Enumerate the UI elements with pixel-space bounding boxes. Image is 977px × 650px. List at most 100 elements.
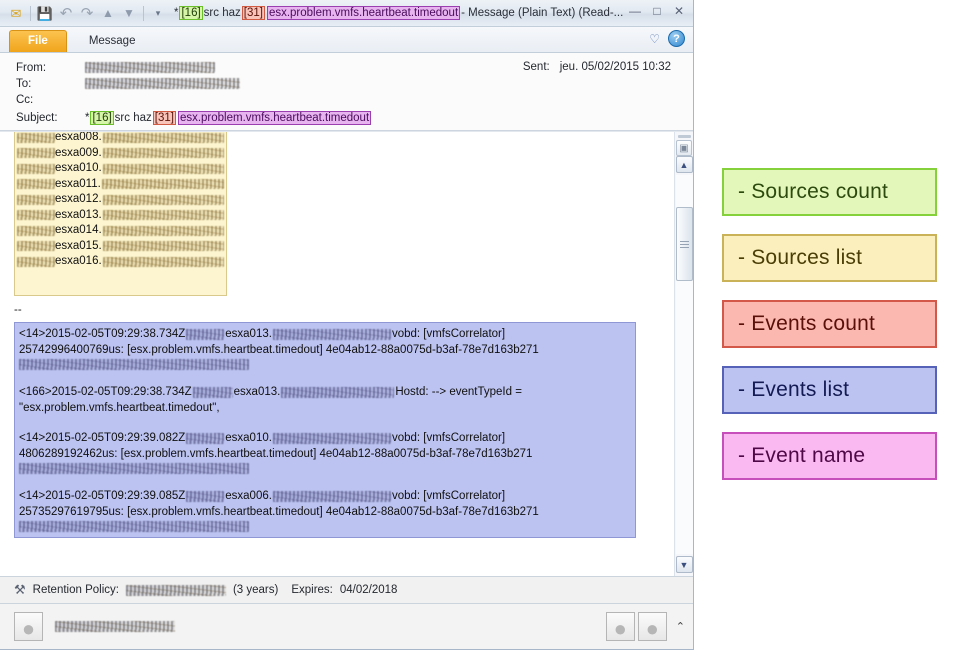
source-prefix-redacted (17, 194, 55, 205)
customize-toolbar-icon[interactable]: ▾ (148, 3, 168, 23)
list-item: esxa016. (17, 254, 224, 270)
retention-policy-bar: ⚒ Retention Policy: (3 years) Expires: 0… (0, 576, 693, 603)
next-item-icon[interactable]: ▼ (119, 3, 139, 23)
subject-sources-count: [16] (90, 111, 114, 125)
previous-item-icon[interactable]: ▲ (98, 3, 118, 23)
event-timestamp: 2015-02-05T09:29:38.734Z (45, 328, 186, 340)
source-suffix-redacted (102, 225, 224, 236)
cc-row: Cc: (0, 92, 693, 108)
subject-asterisk: * (85, 112, 90, 124)
list-item: esxa008. (17, 132, 224, 146)
subject-event-name: esx.problem.vmfs.heartbeat.timedout (177, 111, 372, 125)
split-window-icon[interactable]: ▣ (676, 140, 692, 156)
help-icon[interactable]: ? (668, 30, 685, 47)
sent-block: Sent: jeu. 05/02/2015 10:32 (523, 61, 671, 73)
tab-message[interactable]: Message (75, 31, 150, 52)
body-vertical-scrollbar[interactable]: ▣ ▲ ▼ (674, 132, 693, 576)
event-header-line: <14> 2015-02-05T09:29:38.734Z esxa013. vobd… (19, 326, 631, 342)
people-pane-controls: ● ● ⌃ (605, 612, 685, 641)
avatar[interactable]: ● (14, 612, 43, 641)
event-host: esxa013. (225, 328, 272, 340)
list-item: esxa011. (17, 177, 224, 193)
event-process: Hostd: --> eventTypeId = (395, 386, 522, 398)
source-suffix-redacted (102, 256, 224, 267)
source-prefix-redacted (17, 179, 55, 190)
collapse-people-pane-icon[interactable]: ⌃ (676, 620, 685, 633)
scrollbar-track[interactable] (675, 175, 693, 554)
event-priority: <166> (19, 386, 52, 398)
legend: - Sources count - Sources list - Events … (722, 168, 937, 480)
event-detail-line: "esx.problem.vmfs.heartbeat.timedout", (19, 402, 220, 414)
next-item-glyph: ▼ (123, 6, 135, 20)
list-item: esxa010. (17, 161, 224, 177)
source-suffix-redacted (101, 179, 224, 190)
legend-label: - Events count (738, 312, 876, 335)
customize-toolbar-glyph: ▾ (155, 7, 161, 18)
source-prefix-redacted (17, 256, 55, 267)
event-host: esxa010. (225, 432, 272, 444)
title-middle-text: src haz (203, 7, 241, 19)
quick-access-toolbar: ✉ 💾 ↶ ↷ ▲ ▼ ▾ (2, 3, 168, 23)
title-event-name: esx.problem.vmfs.heartbeat.timedout (266, 6, 461, 20)
expires-label: Expires: (291, 584, 333, 596)
toolbar-divider-2 (143, 5, 144, 21)
avatar-group[interactable]: ● (637, 612, 667, 641)
source-prefix-redacted (17, 210, 55, 221)
list-item: esxa013. (17, 208, 224, 224)
event-trailing-redacted (19, 521, 249, 532)
event-trailing-redacted (19, 463, 249, 474)
ribbon-tab-bar: File Message ♡ ? (0, 27, 693, 53)
source-prefix-redacted (17, 241, 55, 252)
window-title-bar: ✉ 💾 ↶ ↷ ▲ ▼ ▾ * [16] src haz [31] esx.pro… (0, 0, 693, 27)
event-header-line: <14> 2015-02-05T09:29:39.082Z esxa010. vobd… (19, 430, 631, 446)
scrollbar-grip (679, 239, 689, 250)
redo-icon[interactable]: ↷ (77, 3, 97, 23)
event-host-prefix-redacted (186, 328, 225, 340)
retention-duration: (3 years) (232, 584, 279, 596)
person-icon: ● (613, 616, 627, 641)
event-timestamp: 2015-02-05T09:29:39.085Z (45, 490, 186, 502)
event-priority: <14> (19, 328, 46, 340)
list-item: esxa014. (17, 223, 224, 239)
maximize-button[interactable]: □ (649, 4, 665, 18)
source-suffix-redacted (102, 148, 224, 159)
scrollbar-thumb[interactable] (675, 207, 693, 281)
retention-icon: ⚒ (14, 582, 26, 597)
from-label: From: (16, 62, 47, 74)
legend-label: - Event name (738, 444, 866, 467)
subject-events-count: [31] (152, 111, 176, 125)
screenshot-root: ✉ 💾 ↶ ↷ ▲ ▼ ▾ * [16] src haz [31] esx.pro… (0, 0, 977, 650)
minimize-button[interactable]: — (627, 4, 643, 18)
subject-row: Subject: * [16] src haz [31] esx.problem.… (0, 108, 693, 126)
event-entry: <14> 2015-02-05T09:29:39.085Z esxa006. vobd… (19, 488, 631, 532)
source-suffix-redacted (102, 132, 224, 143)
tab-file[interactable]: File (9, 30, 67, 52)
event-entry: <166> 2015-02-05T09:29:38.734Z esxa013. Hos… (19, 384, 631, 416)
to-value[interactable] (85, 78, 693, 90)
avatar-secondary[interactable]: ● (605, 612, 635, 641)
event-header-line: <14> 2015-02-05T09:29:39.085Z esxa006. vobd… (19, 488, 631, 504)
source-suffix-redacted (102, 241, 224, 252)
event-host-suffix-redacted (272, 490, 391, 502)
outlook-message-window: ✉ 💾 ↶ ↷ ▲ ▼ ▾ * [16] src haz [31] esx.pro… (0, 0, 694, 650)
envelope-icon[interactable]: ✉ (6, 3, 26, 23)
scroll-down-button[interactable]: ▼ (675, 556, 693, 573)
scroll-up-button[interactable]: ▲ (675, 156, 693, 173)
events-list-block: <14> 2015-02-05T09:29:38.734Z esxa013. vobd… (14, 322, 636, 538)
source-host: esxa010. (55, 162, 102, 174)
scrollbar-split-handle[interactable] (677, 135, 691, 138)
source-host: esxa008. (55, 132, 102, 143)
event-timestamp: 2015-02-05T09:29:38.734Z (51, 386, 192, 398)
undo-icon[interactable]: ↶ (56, 3, 76, 23)
source-suffix-redacted (102, 194, 224, 205)
close-button[interactable]: ✕ (671, 4, 687, 18)
flag-icon[interactable]: ♡ (649, 32, 660, 46)
event-priority: <14> (19, 432, 46, 444)
save-icon[interactable]: 💾 (35, 3, 55, 23)
event-host-prefix-redacted (186, 432, 225, 444)
retention-policy-redacted (125, 584, 226, 596)
source-host: esxa012. (55, 193, 102, 205)
to-label: To: (16, 78, 32, 90)
cc-label: Cc: (16, 94, 34, 106)
event-host-prefix-redacted (186, 490, 225, 502)
